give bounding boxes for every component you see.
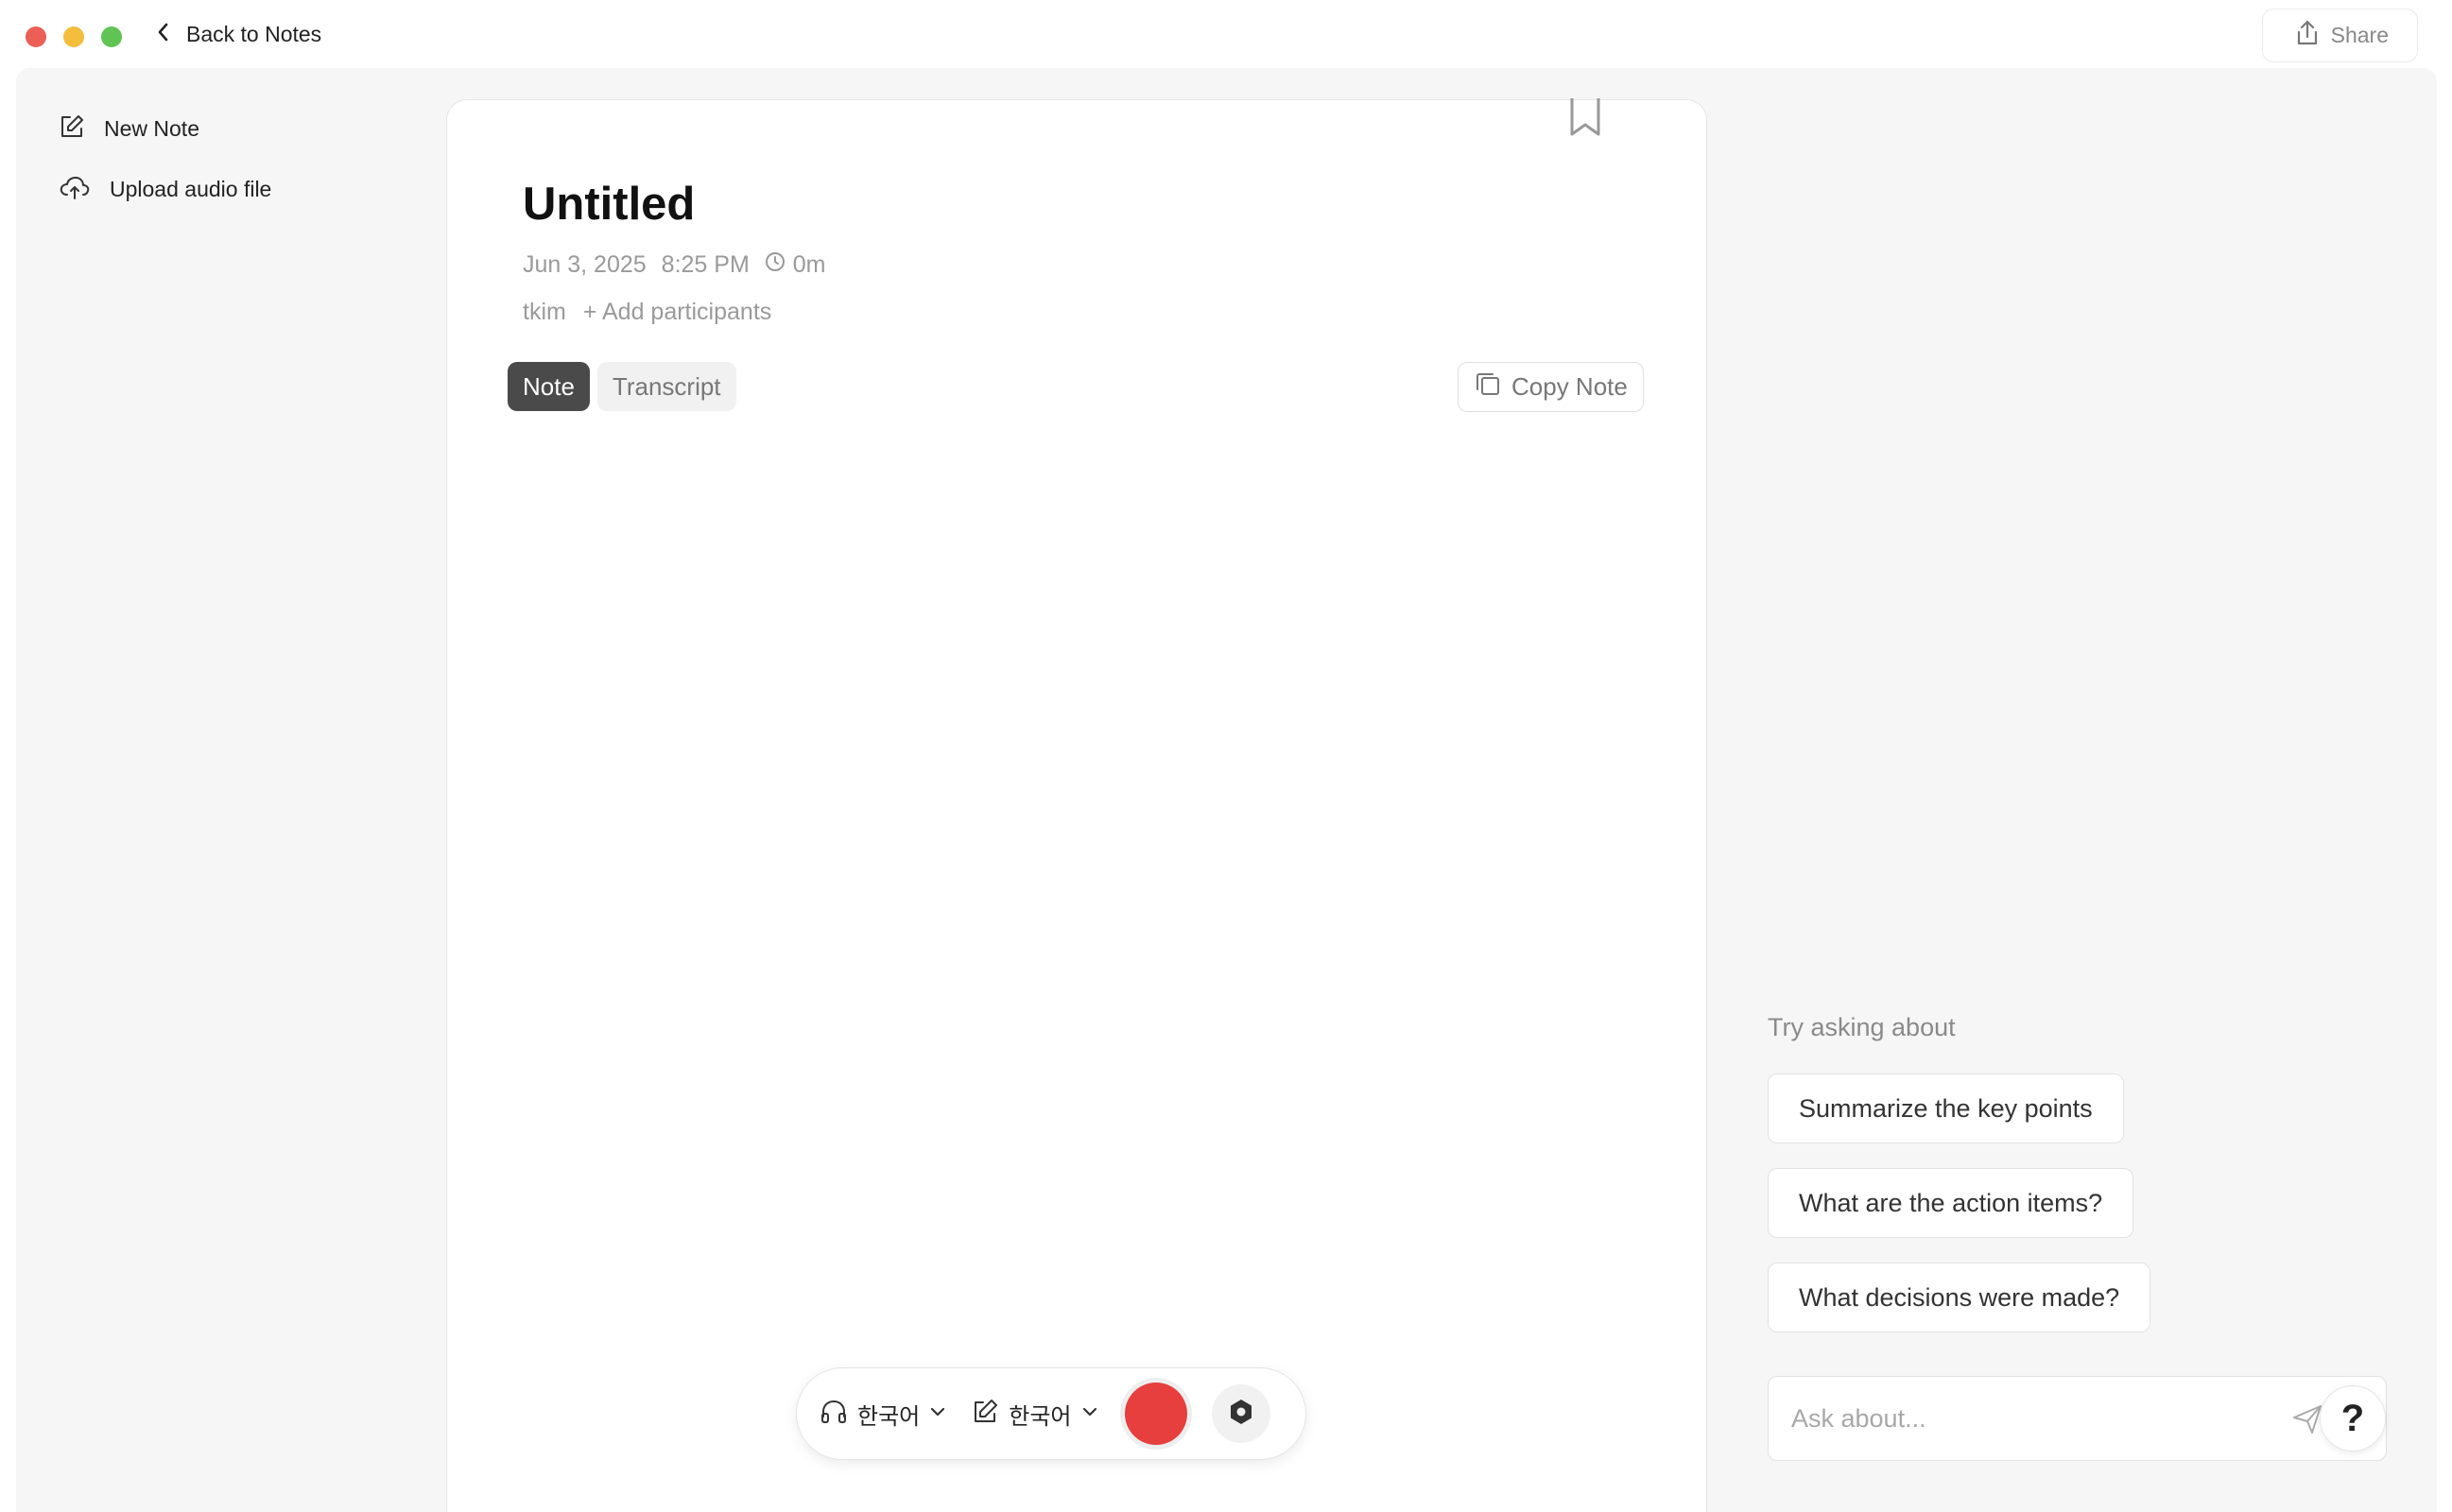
participants-row: tkim + Add participants <box>523 299 771 326</box>
cloud-upload-icon <box>59 174 91 205</box>
record-button[interactable] <box>1124 1383 1187 1445</box>
send-icon[interactable] <box>2291 1403 2323 1440</box>
note-title[interactable]: Untitled <box>523 178 695 231</box>
suggestion-button[interactable]: Summarize the key points <box>1768 1074 2124 1143</box>
note-date: Jun 3, 2025 <box>523 251 647 278</box>
sidebar-item-upload-audio[interactable]: Upload audio file <box>59 170 271 208</box>
sidebar-item-label: Upload audio file <box>110 176 272 201</box>
clock-icon <box>765 251 786 279</box>
note-card: Untitled Jun 3, 2025 8:25 PM 0m tkim + A… <box>446 96 1707 1512</box>
ask-input[interactable] <box>1791 1377 2264 1460</box>
sidebar-item-new-note[interactable]: New Note <box>59 110 199 147</box>
note-language-select[interactable]: 한국어 <box>971 1398 1097 1431</box>
chevron-left-icon <box>156 22 169 47</box>
recording-toolbar: 한국어 한국어 <box>796 1367 1306 1460</box>
help-button[interactable]: ? <box>2320 1385 2386 1452</box>
minimize-window-button[interactable] <box>63 26 84 47</box>
chevron-down-icon <box>1081 1405 1098 1422</box>
note-duration: 0m <box>765 251 826 279</box>
copy-note-button[interactable]: Copy Note <box>1458 362 1644 412</box>
tab-note[interactable]: Note <box>508 362 590 411</box>
back-to-notes-button[interactable]: Back to Notes <box>156 19 321 49</box>
tab-transcript[interactable]: Transcript <box>596 362 736 411</box>
note-tabs: Note Transcript <box>508 362 736 411</box>
suggestion-button[interactable]: What are the action items? <box>1768 1168 2134 1238</box>
note-meta: Jun 3, 2025 8:25 PM 0m <box>523 251 826 279</box>
chevron-down-icon <box>929 1405 946 1422</box>
pencil-square-icon <box>971 1398 999 1431</box>
edit-square-icon <box>59 113 85 145</box>
headphones-icon <box>820 1398 848 1431</box>
share-button[interactable]: Share <box>2261 9 2418 62</box>
note-time: 8:25 PM <box>661 251 750 278</box>
duration-value: 0m <box>792 251 826 278</box>
copy-icon <box>1474 369 1502 404</box>
title-bar: Back to Notes Share <box>0 0 2452 68</box>
audio-language-label: 한국어 <box>857 1403 921 1430</box>
share-label: Share <box>2330 23 2389 47</box>
back-label: Back to Notes <box>186 21 322 46</box>
add-participants-button[interactable]: + Add participants <box>583 299 771 326</box>
audio-language-select[interactable]: 한국어 <box>820 1398 946 1431</box>
suggestion-button[interactable]: What decisions were made? <box>1768 1263 2151 1332</box>
note-owner: tkim <box>523 299 566 325</box>
suggestions-heading: Try asking about <box>1768 1013 1956 1041</box>
ask-box <box>1768 1376 2387 1461</box>
note-language-label: 한국어 <box>1009 1403 1072 1430</box>
close-window-button[interactable] <box>26 26 46 47</box>
settings-button[interactable] <box>1211 1384 1270 1443</box>
copy-note-label: Copy Note <box>1511 372 1628 401</box>
sidebar-item-label: New Note <box>104 115 199 141</box>
maximize-window-button[interactable] <box>101 26 122 47</box>
share-icon <box>2295 20 2320 51</box>
bookmark-icon[interactable] <box>1568 96 1602 143</box>
gear-hexagon-icon <box>1227 1398 1255 1431</box>
